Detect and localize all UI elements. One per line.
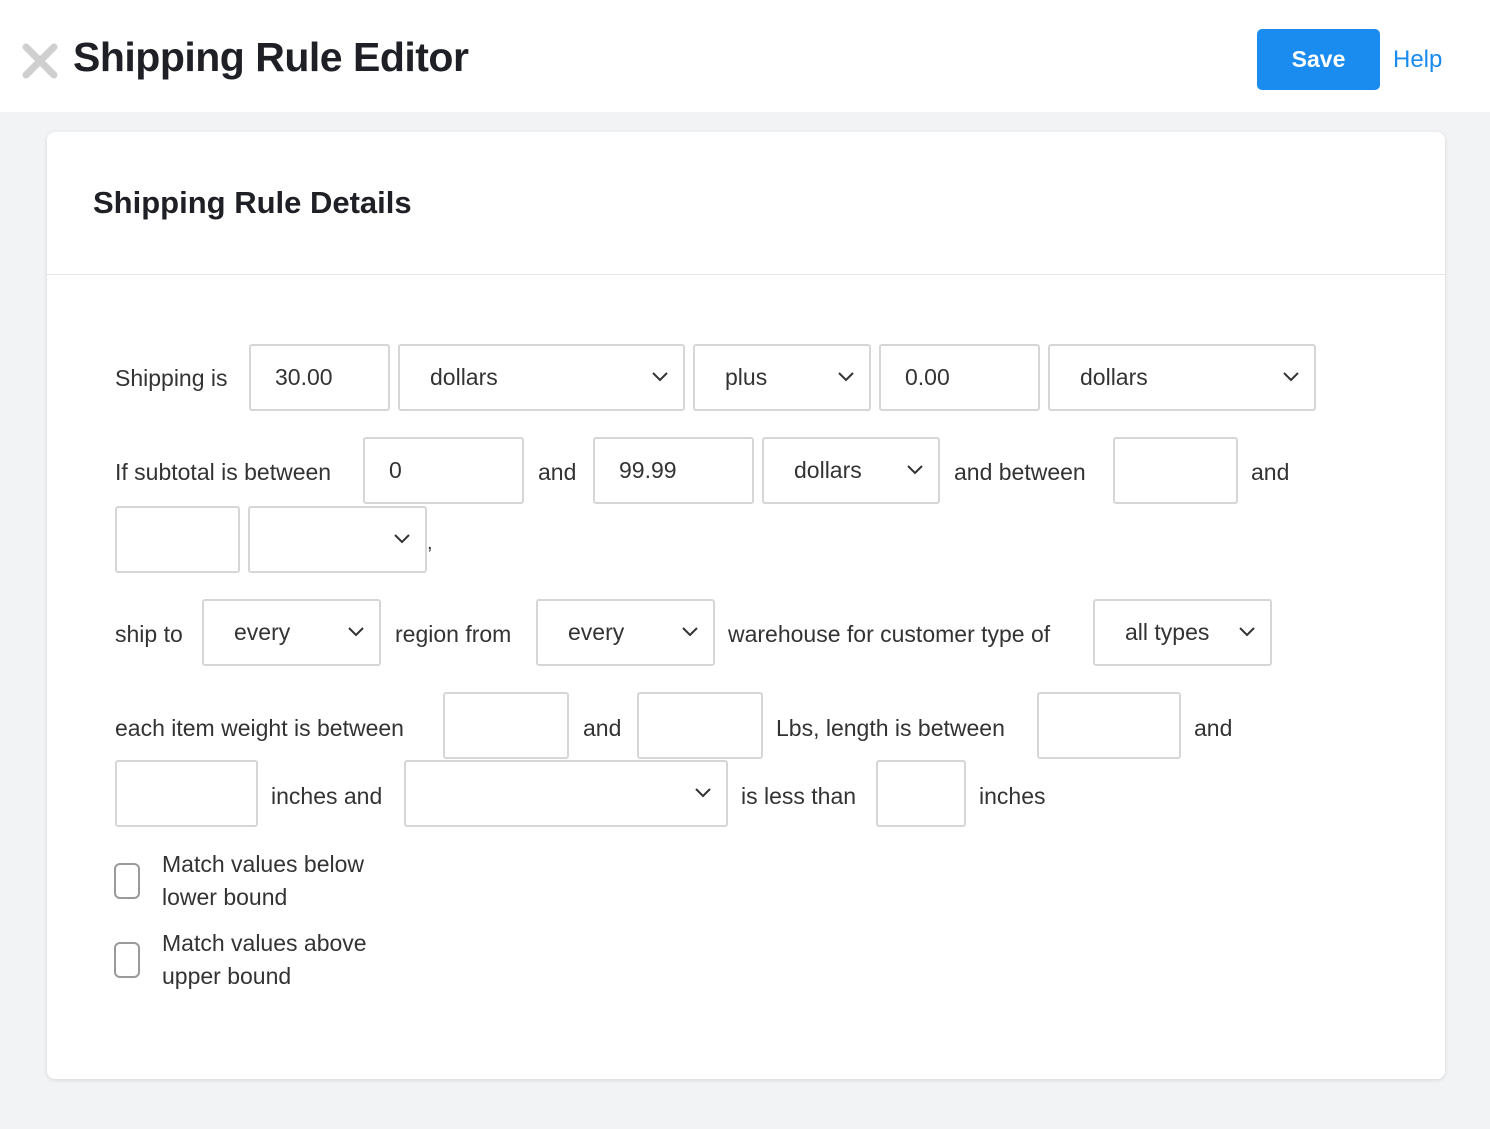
page-title: Shipping Rule Editor xyxy=(73,34,469,80)
inches-and-label: inches and xyxy=(271,783,383,809)
region-select[interactable]: every xyxy=(202,599,381,666)
lbs-length-label: Lbs, length is between xyxy=(776,715,1005,741)
chevron-down-icon xyxy=(695,788,711,798)
weight-label: each item weight is between xyxy=(115,715,404,741)
dimension-max-input[interactable] xyxy=(876,760,966,827)
second-min-input[interactable] xyxy=(1113,437,1238,504)
and-label: and xyxy=(1251,459,1290,485)
less-than-label: is less than xyxy=(741,783,857,809)
inches-label: inches xyxy=(979,783,1046,809)
chevron-down-icon xyxy=(394,534,410,544)
ship-to-label: ship to xyxy=(115,621,183,647)
subtotal-max-input[interactable] xyxy=(593,437,754,504)
subtotal-min-input[interactable] xyxy=(363,437,524,504)
and-label: and xyxy=(1194,715,1233,741)
and-between-label: and between xyxy=(954,459,1086,485)
warehouse-select[interactable]: every xyxy=(536,599,715,666)
extra-unit-value: dollars xyxy=(1080,364,1148,390)
operator-value: plus xyxy=(725,364,768,390)
top-bar: Shipping Rule Editor Save Help xyxy=(0,0,1490,112)
match-below-label: Match values below lower bound xyxy=(162,851,364,910)
region-value: every xyxy=(234,619,291,645)
close-icon[interactable] xyxy=(21,42,59,80)
base-unit-select[interactable]: dollars xyxy=(398,344,685,411)
shipping-is-label: Shipping is xyxy=(115,365,228,391)
match-above-label: Match values above upper bound xyxy=(162,930,367,989)
chevron-down-icon xyxy=(838,372,854,382)
subtotal-unit-select[interactable]: dollars xyxy=(762,437,940,504)
and-label: and xyxy=(583,715,622,741)
base-amount-input[interactable] xyxy=(249,344,390,411)
save-button[interactable]: Save xyxy=(1257,29,1380,90)
comma-text: , xyxy=(427,532,433,554)
customer-type-value: all types xyxy=(1125,619,1210,645)
chevron-down-icon xyxy=(652,372,668,382)
extra-amount-input[interactable] xyxy=(879,344,1040,411)
and-label: and xyxy=(538,459,577,485)
warehouse-value: every xyxy=(568,619,625,645)
chevron-down-icon xyxy=(1283,372,1299,382)
subtotal-label: If subtotal is between xyxy=(115,459,332,485)
card-title: Shipping Rule Details xyxy=(93,185,412,220)
operator-select[interactable]: plus xyxy=(693,344,871,411)
warehouse-label: warehouse for customer type of xyxy=(728,621,1051,647)
weight-min-input[interactable] xyxy=(443,692,569,759)
help-link[interactable]: Help xyxy=(1393,46,1442,74)
customer-type-select[interactable]: all types xyxy=(1093,599,1272,666)
second-unit-select[interactable] xyxy=(248,506,427,573)
chevron-down-icon xyxy=(682,627,698,637)
chevron-down-icon xyxy=(1239,627,1255,637)
shipping-rule-card: Shipping Rule Details Shipping is dollar… xyxy=(47,132,1445,1079)
subtotal-unit-value: dollars xyxy=(794,457,862,483)
match-above-checkbox[interactable] xyxy=(114,942,140,978)
length-min-input[interactable] xyxy=(1037,692,1181,759)
match-below-checkbox[interactable] xyxy=(114,863,140,899)
chevron-down-icon xyxy=(348,627,364,637)
second-max-input[interactable] xyxy=(115,506,240,573)
extra-unit-select[interactable]: dollars xyxy=(1048,344,1316,411)
length-max-input[interactable] xyxy=(115,760,258,827)
region-from-label: region from xyxy=(395,621,512,647)
card-divider xyxy=(47,274,1445,275)
base-unit-value: dollars xyxy=(430,364,498,390)
dimension-select[interactable] xyxy=(404,760,728,827)
chevron-down-icon xyxy=(907,465,923,475)
weight-max-input[interactable] xyxy=(637,692,763,759)
